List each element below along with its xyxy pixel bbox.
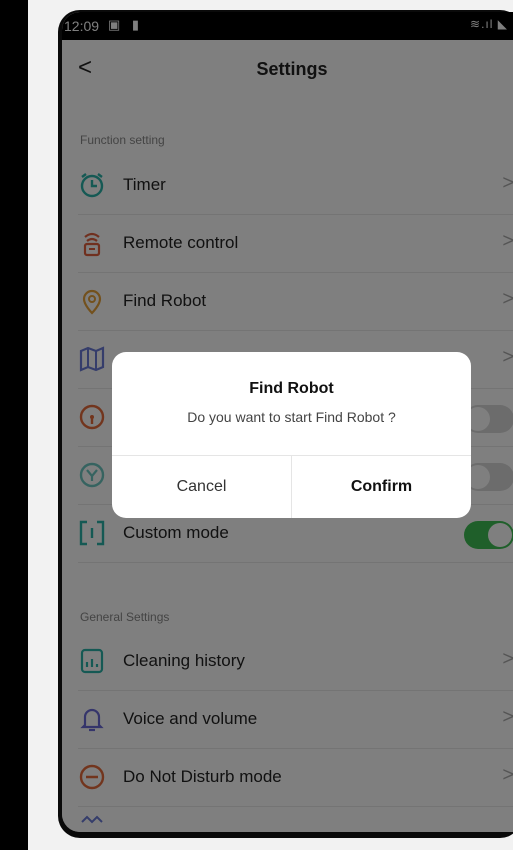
confirm-button[interactable]: Confirm (292, 455, 471, 518)
find-robot-dialog: Find Robot Do you want to start Find Rob… (112, 352, 471, 518)
cancel-button[interactable]: Cancel (112, 455, 291, 518)
app-screen: 12:09 ▣ ▮ ≋.ıl ◣ < Settings Function set… (62, 12, 513, 832)
dialog-message: Do you want to start Find Robot ? (187, 409, 396, 425)
dialog-title: Find Robot (249, 380, 334, 397)
left-black-strip (0, 0, 28, 850)
